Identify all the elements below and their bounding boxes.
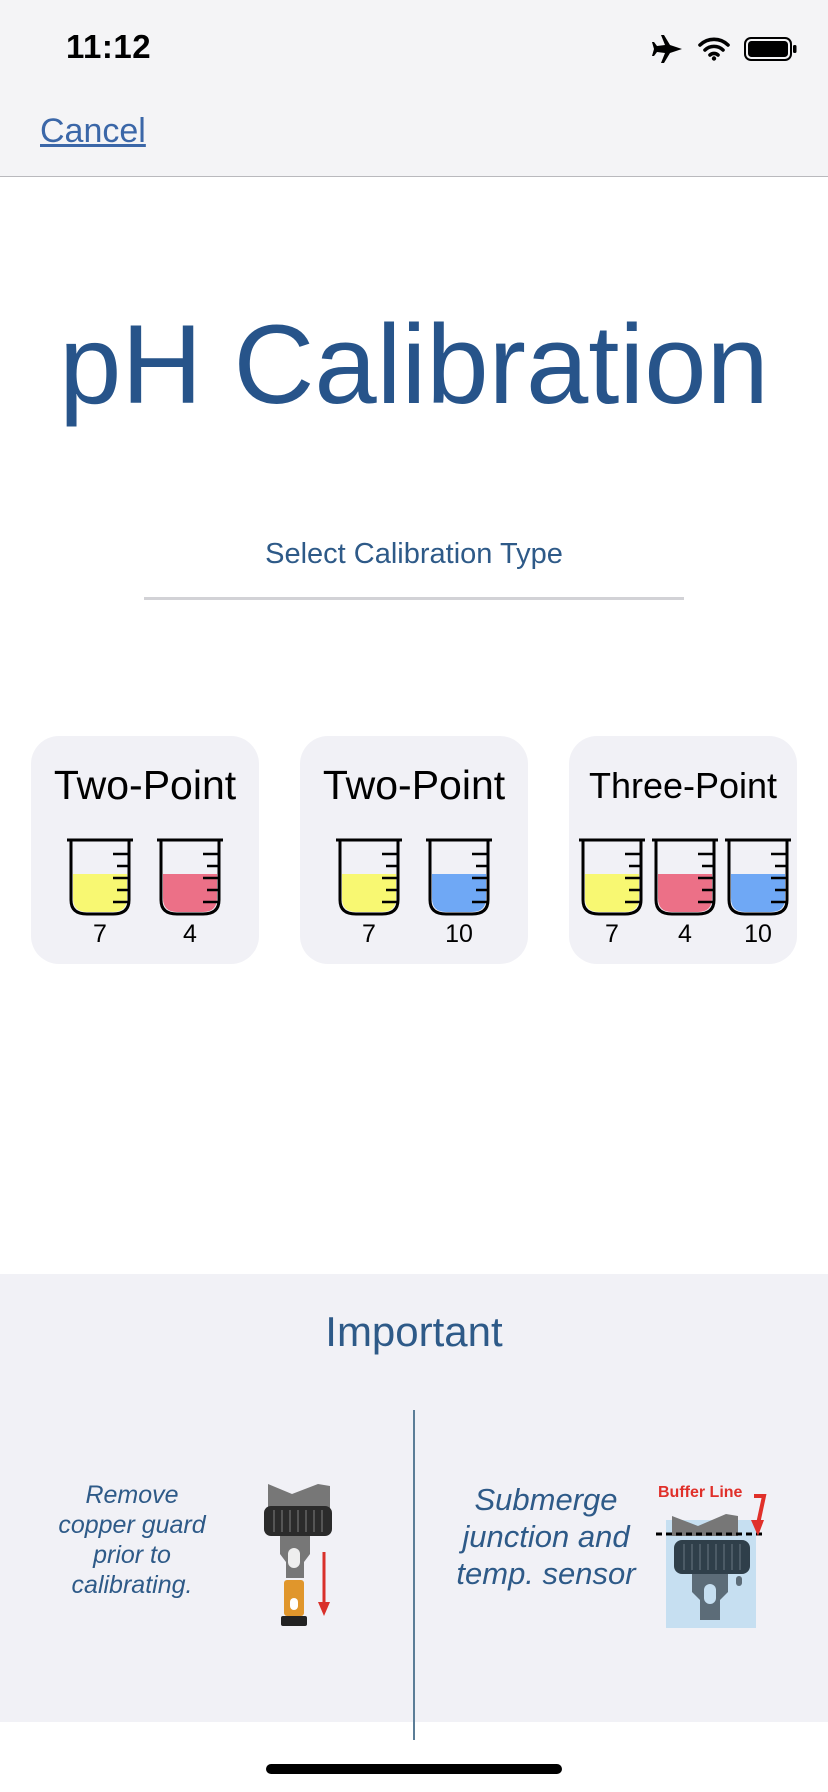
beaker-label: 7 bbox=[362, 920, 376, 948]
status-time: 11:12 bbox=[66, 28, 152, 65]
status-icons bbox=[652, 34, 798, 64]
remove-guard-tip: Remove copper guard prior to calibrating… bbox=[58, 1481, 206, 1599]
beaker-label: 4 bbox=[183, 920, 197, 948]
beaker-icon bbox=[725, 838, 791, 916]
option-title: Two-Point bbox=[322, 762, 506, 808]
beaker-label: 10 bbox=[445, 920, 473, 948]
beaker-icon bbox=[579, 838, 645, 916]
probe-buffer-line-icon: Buffer Line bbox=[656, 1484, 767, 1628]
tips-divider bbox=[413, 1410, 415, 1740]
beaker-label: 7 bbox=[605, 920, 619, 948]
home-indicator bbox=[266, 1764, 562, 1774]
calibration-type-underline bbox=[144, 597, 684, 600]
probe-remove-guard-icon bbox=[264, 1484, 332, 1626]
beaker-icon bbox=[652, 838, 718, 916]
beaker-icon bbox=[157, 838, 223, 916]
option-title: Two-Point bbox=[53, 762, 237, 808]
status-bar: 11:12 bbox=[0, 0, 828, 100]
battery-icon bbox=[744, 37, 797, 61]
page-title: pH Calibration bbox=[59, 302, 769, 427]
nav-bar: Cancel bbox=[0, 100, 828, 177]
beaker-label: 4 bbox=[678, 920, 692, 948]
airplane-icon bbox=[652, 35, 682, 63]
beaker-label: 7 bbox=[93, 920, 107, 948]
beaker-icon bbox=[67, 838, 133, 916]
wifi-icon bbox=[698, 37, 730, 61]
important-title: Important bbox=[325, 1308, 503, 1355]
buffer-line-label: Buffer Line bbox=[658, 1484, 743, 1501]
beaker-icon bbox=[336, 838, 402, 916]
option-title: Three-Point bbox=[588, 765, 778, 806]
three-point-option[interactable]: Three-Point 7 4 10 bbox=[569, 736, 797, 964]
two-point-7-10-option[interactable]: Two-Point 7 10 bbox=[300, 736, 528, 964]
beaker-label: 10 bbox=[744, 920, 772, 948]
two-point-7-4-option[interactable]: Two-Point 7 4 bbox=[31, 736, 259, 964]
calibration-type-label: Select Calibration Type bbox=[265, 538, 563, 570]
beaker-icon bbox=[426, 838, 492, 916]
cancel-button[interactable]: Cancel bbox=[40, 112, 146, 151]
submerge-tip: Submerge junction and temp. sensor bbox=[456, 1482, 636, 1591]
